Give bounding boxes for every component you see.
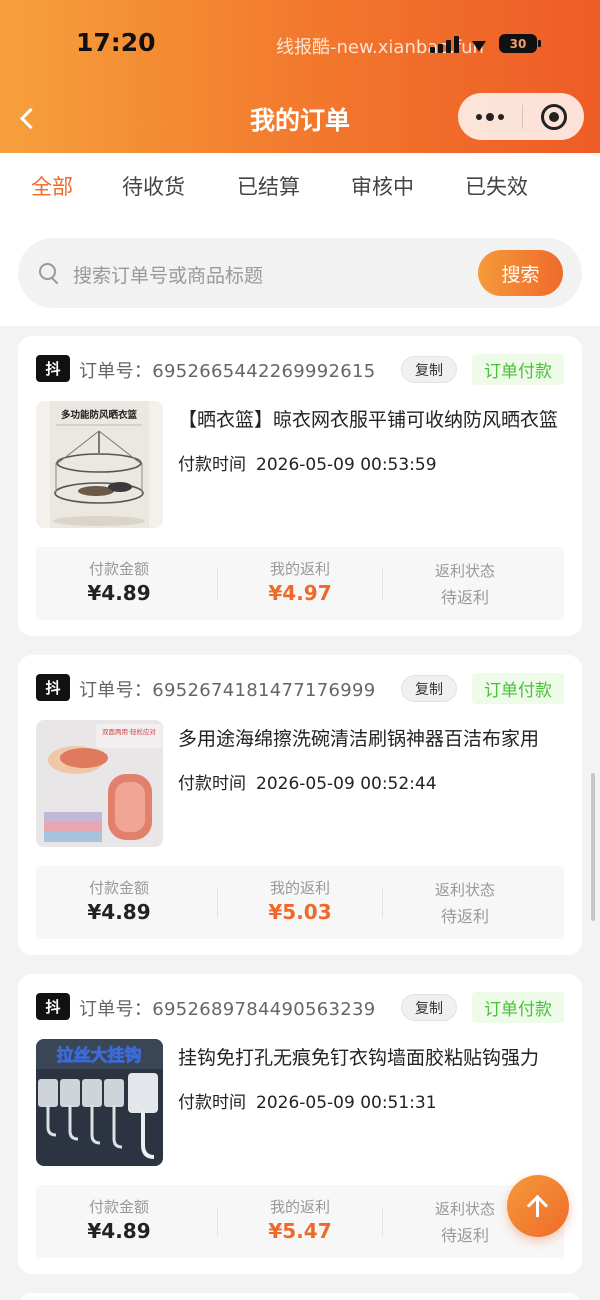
order-no-label: 订单号： [79,680,153,701]
stat-label: 付款金额 [88,1198,149,1216]
battery-icon: 30 [499,34,541,53]
product-title[interactable]: 挂钩免打孔无痕免钉衣钩墙面胶粘贴钩强力 [178,1043,568,1070]
pay-time-label: 付款时间 [178,774,246,794]
amount-value: ¥4.89 [87,581,151,605]
order-no-label: 订单号： [79,999,153,1020]
stat-label: 我的返利 [269,1198,330,1216]
stat-label: 付款金额 [88,560,149,578]
tab-pending-receipt[interactable]: 待收货 [122,171,185,201]
search-input[interactable]: 搜索订单号或商品标题 [73,261,263,288]
more-icon[interactable] [458,93,522,140]
close-icon[interactable] [523,93,584,140]
pay-time-label: 付款时间 [178,1093,246,1113]
pay-time: 付款时间 2026-05-09 00:52:44 [178,769,437,794]
signal-icon [430,35,459,53]
order-card[interactable]: 抖 订单号：6952689784490563239 复制 订单付款 拉丝大挂钩 … [18,974,582,1274]
rebate-status-value: 待返利 [440,907,489,926]
product-thumbnail[interactable]: 拉丝大挂钩 [36,1039,163,1166]
amount-value: ¥4.89 [87,1219,151,1243]
search-button[interactable]: 搜索 [478,250,563,296]
search-icon [39,263,59,283]
order-tabs: 全部 待收货 已结算 审核中 已失效 [0,171,600,207]
stat-label: 我的返利 [269,879,330,897]
order-stats: 付款金额 ¥4.89 我的返利 ¥4.97 返利状态 待返利 [36,547,564,620]
product-title[interactable]: 【晒衣篮】晾衣网衣服平铺可收纳防风晒衣篮 [178,405,568,432]
pay-time-value: 2026-05-09 00:53:59 [256,455,437,475]
status-time: 17:20 [76,28,156,57]
tab-expired[interactable]: 已失效 [465,171,528,201]
order-no-value: 6952674181477176999 [152,680,376,701]
stat-label: 返利状态 [434,881,495,899]
order-number: 订单号：6952674181477176999 [79,676,376,702]
order-card[interactable]: 抖 订单号：6952665442269992615 复制 订单付款 多功能防风晒… [18,336,582,636]
rebate-value: ¥5.03 [268,900,332,924]
rebate-value: ¥5.47 [268,1219,332,1243]
stat-rebate-status: 返利状态 待返利 [382,866,548,939]
rebate-status-value: 待返利 [440,588,489,607]
battery-level: 30 [509,36,527,51]
pay-time: 付款时间 2026-05-09 00:51:31 [178,1088,437,1113]
order-stats: 付款金额 ¥4.89 我的返利 ¥5.47 返利状态 待返利 [36,1185,564,1258]
pay-time-label: 付款时间 [178,455,246,475]
stat-label: 我的返利 [269,560,330,578]
pay-time: 付款时间 2026-05-09 00:53:59 [178,450,437,475]
stat-rebate: 我的返利 ¥5.47 [217,1185,383,1258]
stat-amount: 付款金额 ¥4.89 [36,866,202,939]
tab-settled[interactable]: 已结算 [237,171,300,201]
copy-button[interactable]: 复制 [401,356,457,383]
order-status-badge: 订单付款 [472,354,564,385]
stat-label: 返利状态 [434,562,495,580]
search-bar[interactable]: 搜索订单号或商品标题 搜索 [18,238,582,308]
tab-under-review[interactable]: 审核中 [351,171,414,201]
thumb-caption: 双面两用·轻松应对 [102,727,157,736]
copy-button[interactable]: 复制 [401,675,457,702]
order-number: 订单号：6952665442269992615 [79,357,376,383]
douyin-badge: 抖 [36,355,70,382]
order-no-label: 订单号： [79,361,153,382]
product-title[interactable]: 多用途海绵擦洗碗清洁刷锅神器百洁布家用 [178,724,568,751]
product-thumbnail[interactable]: 双面两用·轻松应对 [36,720,163,847]
stat-label: 付款金额 [88,879,149,897]
header-bar: 17:20 线报酷-new.xianbao.fun 30 我的订单 [0,0,600,153]
product-thumbnail[interactable]: 多功能防风晒衣篮 [36,401,163,528]
pay-time-value: 2026-05-09 00:51:31 [256,1093,437,1113]
douyin-badge: 抖 [36,674,70,701]
amount-value: ¥4.89 [87,900,151,924]
pay-time-value: 2026-05-09 00:52:44 [256,774,437,794]
order-card[interactable]: 抖 订单号：6952674181477176999 复制 订单付款 双面两用·轻… [18,655,582,955]
order-card-peek [18,1293,582,1300]
order-stats: 付款金额 ¥4.89 我的返利 ¥5.03 返利状态 待返利 [36,866,564,939]
status-icons: 30 [430,34,541,53]
douyin-badge: 抖 [36,993,70,1020]
thumb-caption: 拉丝大挂钩 [57,1045,142,1066]
copy-button[interactable]: 复制 [401,994,457,1021]
rebate-value: ¥4.97 [268,581,332,605]
wifi-icon [469,36,489,52]
order-number: 订单号：6952689784490563239 [79,995,376,1021]
order-no-value: 6952665442269992615 [152,361,376,382]
stat-amount: 付款金额 ¥4.89 [36,547,202,620]
tab-all[interactable]: 全部 [31,171,73,201]
stat-rebate: 我的返利 ¥4.97 [217,547,383,620]
order-no-value: 6952689784490563239 [152,999,376,1020]
order-status-badge: 订单付款 [472,673,564,704]
stat-rebate-status: 返利状态 待返利 [382,547,548,620]
mini-program-capsule [458,93,584,140]
thumb-caption: 多功能防风晒衣篮 [61,409,138,421]
order-status-badge: 订单付款 [472,992,564,1023]
stat-rebate: 我的返利 ¥5.03 [217,866,383,939]
back-to-top-icon[interactable] [507,1175,569,1237]
stat-amount: 付款金额 ¥4.89 [36,1185,202,1258]
filter-area: 全部 待收货 已结算 审核中 已失效 搜索订单号或商品标题 搜索 [0,153,600,326]
scrollbar[interactable] [591,773,595,921]
